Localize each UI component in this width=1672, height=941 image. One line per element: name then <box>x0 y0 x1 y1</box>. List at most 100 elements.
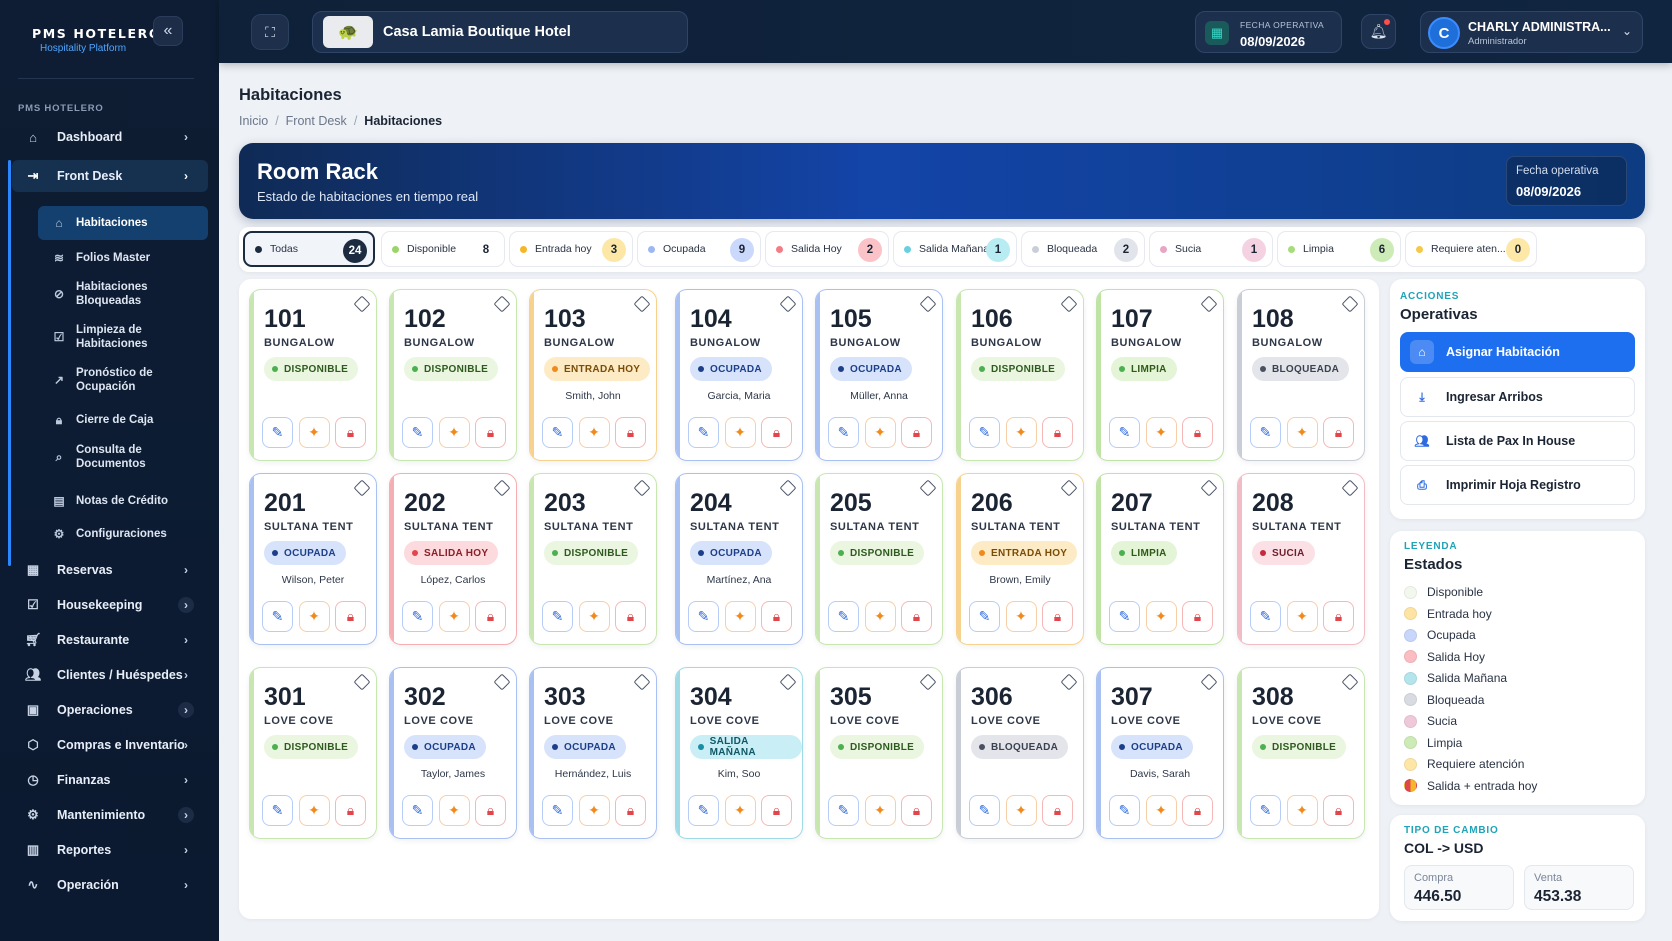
room-card[interactable]: 201 SULTANA TENT OCUPADA Wilson, Peter ✎ ✦ 🔒︎ <box>249 473 377 645</box>
breadcrumb-inicio[interactable]: Inicio <box>239 114 268 128</box>
asignar-habitaci-n-button[interactable]: ⌂ Asignar Habitación <box>1400 332 1635 372</box>
diamond-icon[interactable] <box>353 673 371 691</box>
room-card[interactable]: 207 SULTANA TENT LIMPIA ✎ ✦ 🔒︎ <box>1096 473 1224 645</box>
block-room-button[interactable]: 🔒︎ <box>761 417 792 448</box>
subitem-consulta-de-documentos[interactable]: ⌕ Consulta de Documentos <box>38 440 208 474</box>
block-room-button[interactable]: 🔒︎ <box>335 601 366 632</box>
room-card[interactable]: 107 BUNGALOW LIMPIA ✎ ✦ 🔒︎ <box>1096 289 1224 461</box>
sidebar-item-finanzas[interactable]: ◷ Finanzas › <box>12 764 208 796</box>
block-room-button[interactable]: 🔒︎ <box>1182 601 1213 632</box>
clean-room-button[interactable]: ✦ <box>724 417 756 448</box>
sidebar-item-housekeeping[interactable]: ☑ Housekeeping › <box>12 589 208 621</box>
diamond-icon[interactable] <box>1200 673 1218 691</box>
subitem-habitaciones-bloqueadas[interactable]: ⊘ Habitaciones Bloqueadas <box>38 277 208 311</box>
sidebar-item-mantenimiento[interactable]: ⚙ Mantenimiento › <box>12 799 208 831</box>
filter-chip[interactable]: Salida Hoy 2 <box>765 231 889 267</box>
hotel-selector[interactable]: 🐢 Casa Lamia Boutique Hotel <box>312 11 688 53</box>
edit-room-button[interactable]: ✎ <box>262 601 293 632</box>
room-card[interactable]: 205 SULTANA TENT DISPONIBLE ✎ ✦ 🔒︎ <box>815 473 943 645</box>
clean-room-button[interactable]: ✦ <box>724 601 756 632</box>
room-card[interactable]: 305 LOVE COVE DISPONIBLE ✎ ✦ 🔒︎ <box>815 667 943 839</box>
room-card[interactable]: 301 LOVE COVE DISPONIBLE ✎ ✦ 🔒︎ <box>249 667 377 839</box>
room-card[interactable]: 203 SULTANA TENT DISPONIBLE ✎ ✦ 🔒︎ <box>529 473 657 645</box>
lista-de-pax-in-house-button[interactable]: 👥︎ Lista de Pax In House <box>1400 421 1635 461</box>
room-card[interactable]: 304 LOVE COVE SALIDA MAÑANA Kim, Soo ✎ ✦ 🔒︎ <box>675 667 803 839</box>
block-room-button[interactable]: 🔒︎ <box>761 601 792 632</box>
diamond-icon[interactable] <box>493 673 511 691</box>
room-card[interactable]: 105 BUNGALOW OCUPADA Müller, Anna ✎ ✦ 🔒︎ <box>815 289 943 461</box>
edit-room-button[interactable]: ✎ <box>542 795 573 826</box>
filter-chip[interactable]: Todas 24 <box>243 231 375 267</box>
subitem-notas-de-cr-dito[interactable]: ▤ Notas de Crédito <box>38 487 208 515</box>
sidebar-item-compras-e-inventario[interactable]: ⬡ Compras e Inventario › <box>12 729 208 761</box>
clean-room-button[interactable]: ✦ <box>1145 795 1177 826</box>
filter-chip[interactable]: Limpia 6 <box>1277 231 1401 267</box>
clean-room-button[interactable]: ✦ <box>298 601 330 632</box>
room-card[interactable]: 302 LOVE COVE OCUPADA Taylor, James ✎ ✦ 🔒︎ <box>389 667 517 839</box>
block-room-button[interactable]: 🔒︎ <box>1323 601 1354 632</box>
diamond-icon[interactable] <box>633 479 651 497</box>
clean-room-button[interactable]: ✦ <box>298 417 330 448</box>
block-room-button[interactable]: 🔒︎ <box>615 417 646 448</box>
collapse-sidebar-button[interactable]: « <box>153 16 183 46</box>
block-room-button[interactable]: 🔒︎ <box>1042 795 1073 826</box>
edit-room-button[interactable]: ✎ <box>688 417 719 448</box>
clean-room-button[interactable]: ✦ <box>1005 795 1037 826</box>
block-room-button[interactable]: 🔒︎ <box>901 795 932 826</box>
room-card[interactable]: 204 SULTANA TENT OCUPADA Martínez, Ana ✎ ✦ 🔒︎ <box>675 473 803 645</box>
clean-room-button[interactable]: ✦ <box>1145 417 1177 448</box>
edit-room-button[interactable]: ✎ <box>262 417 293 448</box>
room-card[interactable]: 104 BUNGALOW OCUPADA Garcia, Maria ✎ ✦ 🔒︎ <box>675 289 803 461</box>
clean-room-button[interactable]: ✦ <box>1286 601 1318 632</box>
room-card[interactable]: 106 BUNGALOW DISPONIBLE ✎ ✦ 🔒︎ <box>956 289 1084 461</box>
sidebar-item-clientes-hu-spedes[interactable]: 👥︎ Clientes / Huéspedes › <box>12 659 208 691</box>
sidebar-item-reportes[interactable]: ▥ Reportes › <box>12 834 208 866</box>
sidebar-item-dashboard[interactable]: ⌂ Dashboard › <box>12 121 208 153</box>
diamond-icon[interactable] <box>779 295 797 313</box>
subitem-cierre-de-caja[interactable]: 🔒︎ Cierre de Caja <box>38 406 208 434</box>
sidebar-item-operaci-n[interactable]: ∿ Operación › <box>12 869 208 901</box>
clean-room-button[interactable]: ✦ <box>864 601 896 632</box>
diamond-icon[interactable] <box>1200 479 1218 497</box>
room-card[interactable]: 101 BUNGALOW DISPONIBLE ✎ ✦ 🔒︎ <box>249 289 377 461</box>
edit-room-button[interactable]: ✎ <box>262 795 293 826</box>
edit-room-button[interactable]: ✎ <box>969 601 1000 632</box>
edit-room-button[interactable]: ✎ <box>1109 795 1140 826</box>
clean-room-button[interactable]: ✦ <box>578 417 610 448</box>
diamond-icon[interactable] <box>779 479 797 497</box>
block-room-button[interactable]: 🔒︎ <box>901 601 932 632</box>
clean-room-button[interactable]: ✦ <box>438 601 470 632</box>
clean-room-button[interactable]: ✦ <box>578 795 610 826</box>
edit-room-button[interactable]: ✎ <box>1250 795 1281 826</box>
edit-room-button[interactable]: ✎ <box>402 601 433 632</box>
edit-room-button[interactable]: ✎ <box>828 795 859 826</box>
sidebar-item-restaurante[interactable]: 🛒︎ Restaurante › <box>12 624 208 656</box>
edit-room-button[interactable]: ✎ <box>969 417 1000 448</box>
imprimir-hoja-registro-button[interactable]: ⎙ Imprimir Hoja Registro <box>1400 465 1635 505</box>
block-room-button[interactable]: 🔒︎ <box>1323 795 1354 826</box>
sidebar-item-operaciones[interactable]: ▣ Operaciones › <box>12 694 208 726</box>
diamond-icon[interactable] <box>1341 673 1359 691</box>
block-room-button[interactable]: 🔒︎ <box>1182 795 1213 826</box>
subitem-folios-master[interactable]: ≋ Folios Master <box>38 244 208 272</box>
clean-room-button[interactable]: ✦ <box>1005 601 1037 632</box>
edit-room-button[interactable]: ✎ <box>1250 417 1281 448</box>
clean-room-button[interactable]: ✦ <box>438 795 470 826</box>
filter-chip[interactable]: Ocupada 9 <box>637 231 761 267</box>
filter-chip[interactable]: Requiere aten... 0 <box>1405 231 1537 267</box>
block-room-button[interactable]: 🔒︎ <box>335 795 366 826</box>
block-room-button[interactable]: 🔒︎ <box>1042 601 1073 632</box>
filter-chip[interactable]: Entrada hoy 3 <box>509 231 633 267</box>
edit-room-button[interactable]: ✎ <box>402 417 433 448</box>
clean-room-button[interactable]: ✦ <box>1286 417 1318 448</box>
diamond-icon[interactable] <box>353 295 371 313</box>
edit-room-button[interactable]: ✎ <box>969 795 1000 826</box>
subitem-pron-stico-de-ocupaci-n[interactable]: ↗ Pronóstico de Ocupación <box>38 363 208 397</box>
diamond-icon[interactable] <box>779 673 797 691</box>
filter-chip[interactable]: Sucia 1 <box>1149 231 1273 267</box>
block-room-button[interactable]: 🔒︎ <box>761 795 792 826</box>
diamond-icon[interactable] <box>919 479 937 497</box>
block-room-button[interactable]: 🔒︎ <box>1182 417 1213 448</box>
breadcrumb-front-desk[interactable]: Front Desk <box>286 114 347 128</box>
clean-room-button[interactable]: ✦ <box>724 795 756 826</box>
